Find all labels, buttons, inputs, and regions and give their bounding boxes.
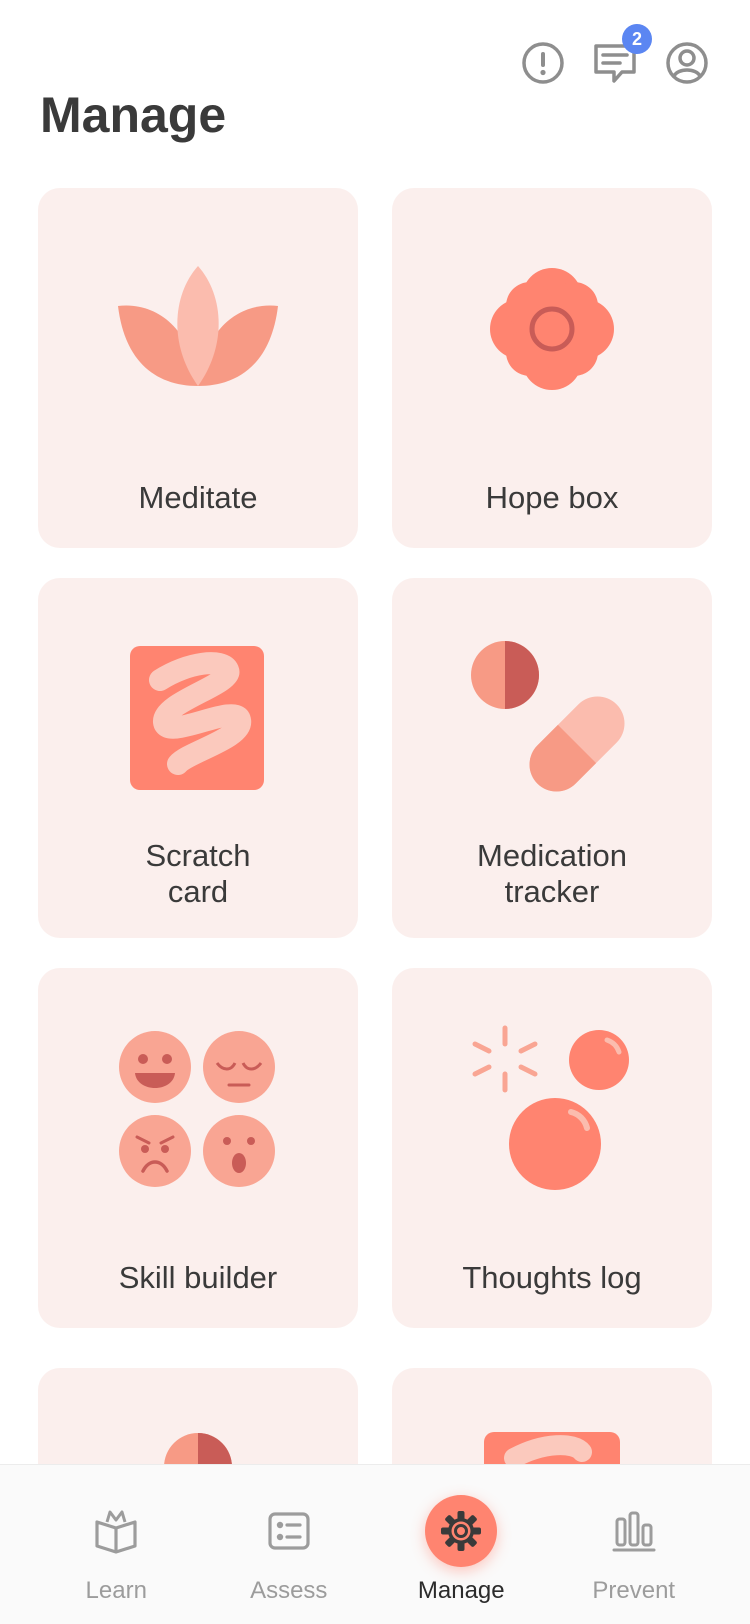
nav-item-manage[interactable]: Manage: [396, 1465, 526, 1605]
emotions-icon: [98, 1024, 298, 1194]
messages-badge: 2: [622, 24, 652, 54]
flower-icon: [452, 244, 652, 414]
card-hope-box[interactable]: Hope box: [392, 188, 712, 548]
nav-item-learn[interactable]: Learn: [51, 1465, 181, 1605]
card-skill-builder[interactable]: Skill builder: [38, 968, 358, 1328]
card-label: Meditate: [138, 480, 258, 515]
nav-label: Assess: [250, 1577, 328, 1604]
profile-icon[interactable]: [664, 40, 710, 86]
bubbles-icon: [452, 1024, 652, 1194]
tools-grid: Meditate Hope box Scratch card Medicatio…: [38, 188, 712, 1328]
nav-item-prevent[interactable]: Prevent: [569, 1465, 699, 1605]
page-title: Manage: [40, 87, 227, 143]
alert-icon[interactable]: [520, 40, 566, 86]
checklist-icon: [253, 1495, 325, 1567]
pills-icon: [452, 634, 652, 804]
nav-item-assess[interactable]: Assess: [224, 1465, 354, 1605]
book-icon: [80, 1495, 152, 1567]
bottom-nav: Learn Assess Manage Prevent: [0, 1464, 750, 1624]
header-actions: 2: [520, 24, 710, 86]
card-label: Thoughts log: [462, 1260, 642, 1295]
card-label: Hope box: [485, 480, 619, 515]
nav-label: Manage: [417, 1577, 505, 1604]
messages-icon[interactable]: 2: [592, 24, 652, 86]
nav-label: Prevent: [592, 1577, 676, 1604]
bar-chart-icon: [598, 1495, 670, 1567]
card-scratch-card[interactable]: Scratch card: [38, 578, 358, 938]
scratch-card-icon: [98, 634, 298, 804]
card-label: Medication tracker: [477, 838, 627, 909]
card-meditate[interactable]: Meditate: [38, 188, 358, 548]
gear-icon: [425, 1495, 498, 1567]
nav-label: Learn: [85, 1577, 147, 1604]
card-label: Scratch card: [145, 838, 251, 909]
card-thoughts-log[interactable]: Thoughts log: [392, 968, 712, 1328]
card-label: Skill builder: [118, 1260, 278, 1295]
card-medication-tracker[interactable]: Medication tracker: [392, 578, 712, 938]
lotus-icon: [98, 244, 298, 414]
